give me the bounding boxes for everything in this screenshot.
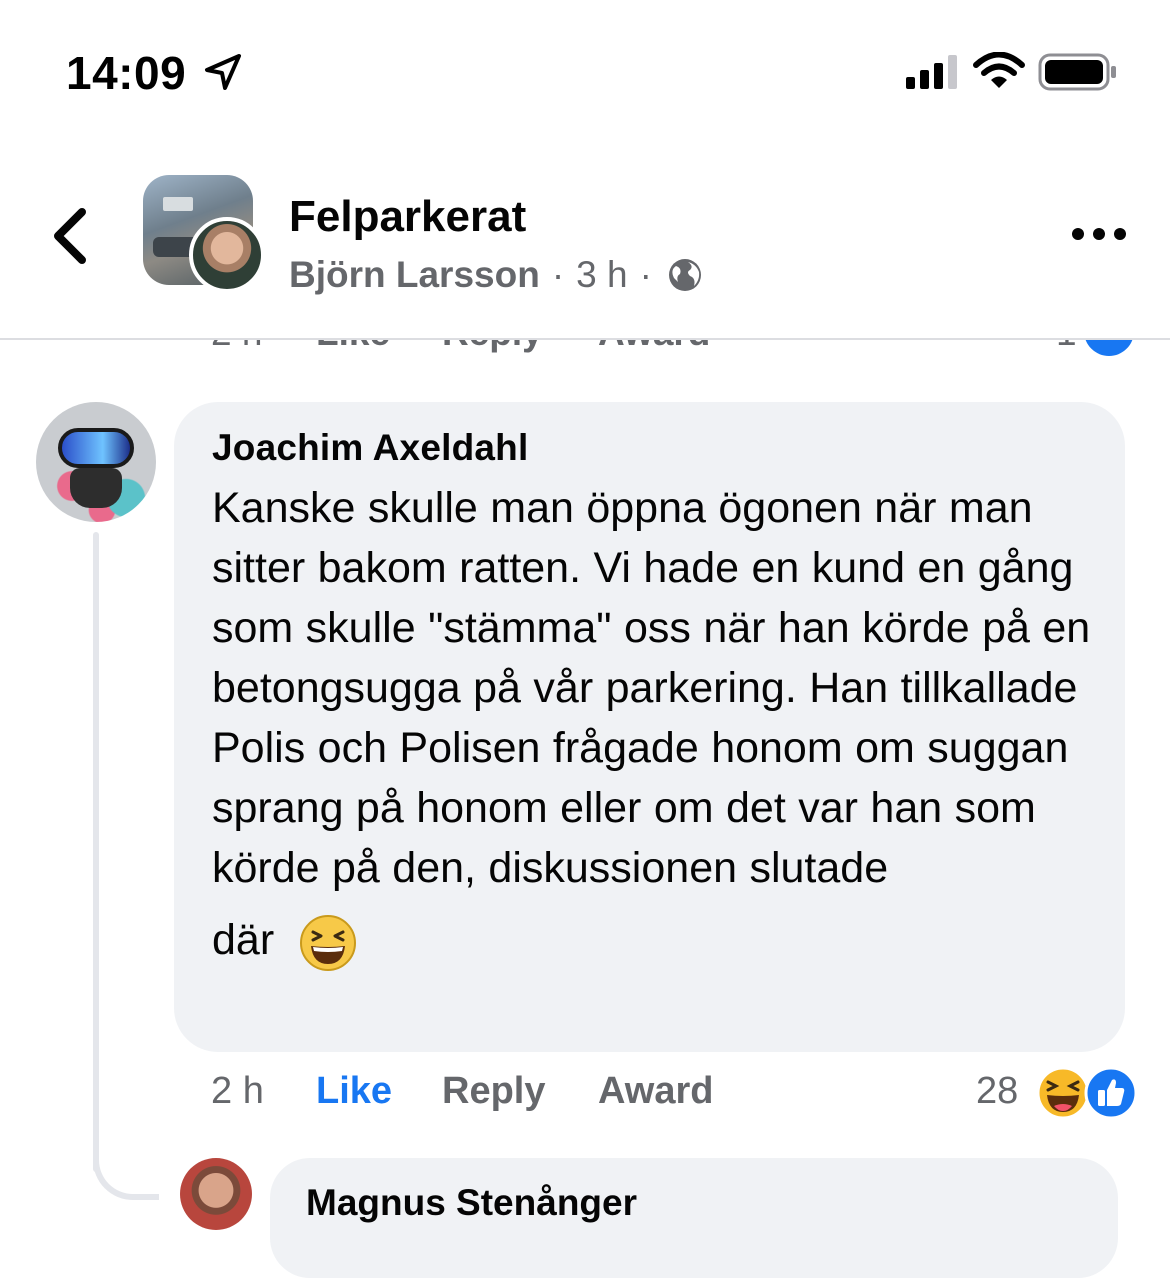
group-name[interactable]: Felparkerat [289,192,526,242]
commenter-name[interactable]: Joachim Axeldahl [212,426,1089,470]
comment-bubble[interactable]: Joachim Axeldahl Kanske skulle man öppna… [174,402,1125,1052]
avatar-mask [70,468,122,508]
battery-icon [1038,53,1116,91]
group-avatar-sign [163,197,193,211]
thread-connector [93,1130,159,1200]
laughing-emoji-icon [299,914,356,971]
commenter-avatar[interactable] [36,402,156,522]
post-time[interactable]: 3 h [576,254,627,296]
location-arrow-icon [205,54,241,90]
haha-reaction-icon[interactable] [1036,1066,1090,1120]
more-options-icon[interactable] [1070,224,1128,244]
back-icon[interactable] [46,204,96,268]
status-bar: 14:09 [0,0,1170,140]
signal-icon [906,55,957,89]
reply-author-name[interactable]: Magnus Stenånger [306,1182,1082,1224]
comment-text: Kanske skulle man öppna ögonen när man s… [212,478,1092,972]
globe-icon [668,259,701,291]
meta-separator: · [551,254,565,295]
comment-last-word: där [212,916,275,964]
wifi-icon [973,52,1025,88]
like-reaction-icon[interactable] [1084,1066,1138,1120]
reaction-count[interactable]: 28 [976,1070,1018,1113]
reply-bubble[interactable]: Magnus Stenånger [270,1158,1118,1278]
post-header: Felparkerat Björn Larsson · 3 h · [0,140,1170,340]
author-avatar[interactable] [189,217,265,293]
award-button[interactable]: Award [598,1070,713,1113]
reply-avatar[interactable] [180,1158,252,1230]
post-author[interactable]: Björn Larsson [289,254,540,296]
meta-separator-2: · [639,254,652,295]
post-meta: Björn Larsson · 3 h · [289,254,704,296]
like-button[interactable]: Like [316,1070,392,1113]
avatar-goggles [58,428,134,468]
comment-last-line: där [212,910,1092,972]
comment-body: Kanske skulle man öppna ögonen när man s… [212,484,1091,892]
status-time: 14:09 [66,47,187,99]
reply-button[interactable]: Reply [442,1070,545,1113]
comment-actions: 2 h Like Reply Award 28 [0,1060,1170,1120]
comment-age: 2 h [211,1070,264,1112]
